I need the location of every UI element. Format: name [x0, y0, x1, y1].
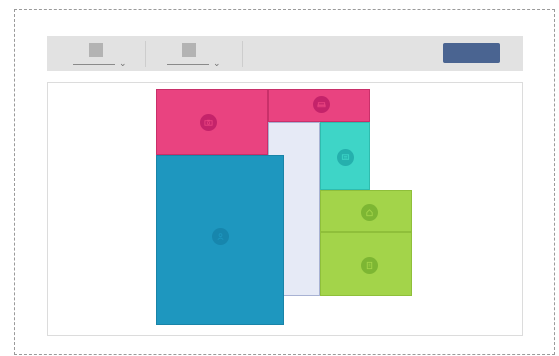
- toolbar-divider: [145, 41, 146, 67]
- toolbar-divider: [242, 41, 243, 67]
- monitor-icon: [337, 149, 354, 166]
- building-icon: [361, 257, 378, 274]
- room-green-top[interactable]: [320, 190, 412, 232]
- room-top-right[interactable]: [268, 89, 370, 122]
- room-teal[interactable]: [320, 122, 370, 190]
- camera-icon: [200, 114, 217, 131]
- tool-2-value: [167, 64, 209, 65]
- home-icon: [361, 204, 378, 221]
- tool-2-thumbnail: [182, 43, 196, 57]
- toolbar: ⌄ ⌄: [47, 36, 523, 71]
- person-icon: [212, 228, 229, 245]
- chevron-down-icon: ⌄: [119, 58, 127, 68]
- room-blue[interactable]: [156, 155, 284, 325]
- tool-dropdown-2[interactable]: ⌄: [167, 36, 225, 71]
- apply-button[interactable]: [443, 43, 500, 63]
- room-top-left[interactable]: [156, 89, 268, 155]
- tool-1-thumbnail: [89, 43, 103, 57]
- sofa-icon: [313, 96, 330, 113]
- tool-dropdown-1[interactable]: ⌄: [73, 36, 131, 71]
- room-green-bottom[interactable]: [320, 232, 412, 296]
- chevron-down-icon: ⌄: [213, 58, 221, 68]
- tool-1-value: [73, 64, 115, 65]
